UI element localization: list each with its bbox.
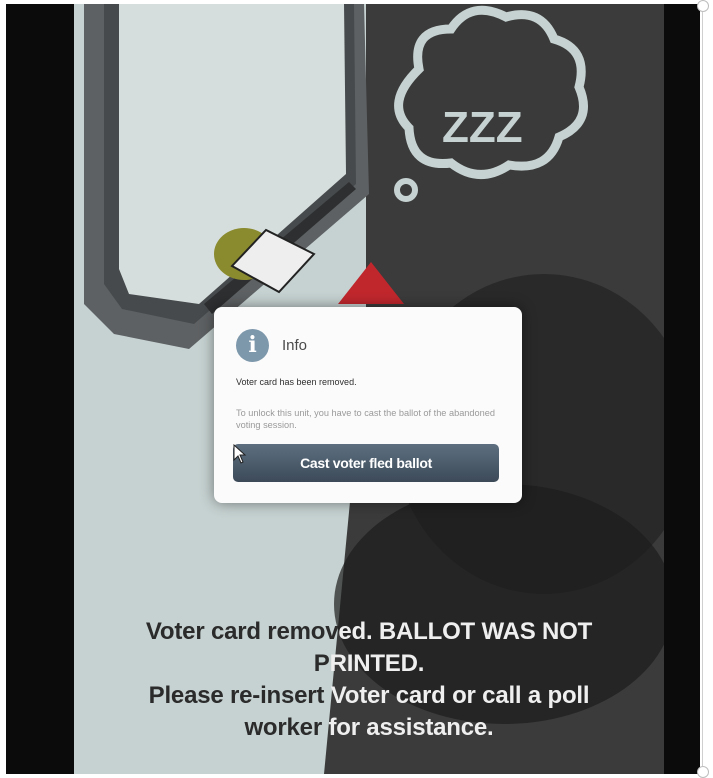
message-line-2: PRINTED. xyxy=(313,650,425,677)
dialog-message: Voter card has been removed. xyxy=(236,377,357,387)
sleep-text: ZZZ xyxy=(442,103,523,152)
info-dialog: i Info Voter card has been removed. To u… xyxy=(214,307,522,503)
dialog-subtext: To unlock this unit, you have to cast th… xyxy=(236,408,495,430)
mouse-cursor-icon xyxy=(233,444,247,464)
message-line-4: worker for assistance. xyxy=(244,714,494,741)
info-icon: i xyxy=(236,329,269,362)
photo-frame: ZZZ i Info Voter card has been removed. … xyxy=(6,4,700,774)
rail-handle-bottom[interactable] xyxy=(697,766,709,778)
right-rail xyxy=(702,0,707,777)
dialog-title: Info xyxy=(282,337,308,354)
cast-button-label: Cast voter fled ballot xyxy=(300,455,432,471)
kiosk-screen: ZZZ i Info Voter card has been removed. … xyxy=(74,4,664,774)
message-line-1: Voter card removed. BALLOT WAS NOT xyxy=(145,618,593,645)
message-line-3: Please re-insert Voter card or call a po… xyxy=(148,682,590,709)
rail-handle-top[interactable] xyxy=(697,0,709,12)
cast-voter-fled-ballot-button[interactable]: Cast voter fled ballot xyxy=(233,444,499,482)
voter-card-removed-message: Voter card removed. BALLOT WAS NOT PRINT… xyxy=(134,616,604,744)
